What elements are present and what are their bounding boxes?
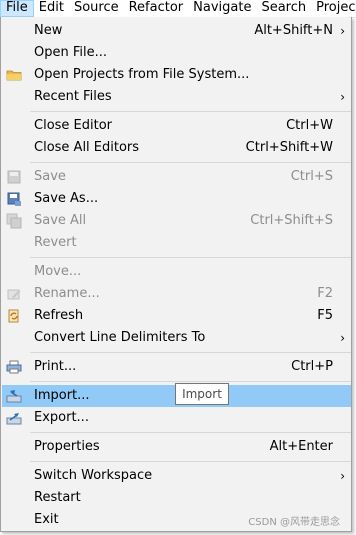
- save-all-icon: [6, 213, 22, 229]
- menu-item-switch-workspace[interactable]: Switch Workspace ›: [2, 465, 351, 487]
- menubar-refactor[interactable]: Refactor: [124, 0, 189, 17]
- menu-item-accelerator: Ctrl+W: [286, 118, 333, 133]
- menu-item-accelerator: F5: [317, 308, 333, 323]
- menu-separator: [30, 352, 351, 353]
- menu-item-label: New: [34, 23, 63, 38]
- menu-item-label: Close All Editors: [34, 140, 140, 155]
- menu-separator: [30, 432, 351, 433]
- menu-item-label: Move...: [34, 264, 82, 279]
- menu-item-accelerator: Ctrl+S: [290, 169, 333, 184]
- menu-item-label: Save: [34, 169, 66, 184]
- menu-separator: [30, 461, 351, 462]
- menu-item-label: Revert: [34, 235, 77, 250]
- menu-item-open-file[interactable]: Open File...: [2, 42, 351, 64]
- menu-item-print[interactable]: Print... Ctrl+P: [2, 356, 351, 378]
- submenu-arrow-icon: ›: [340, 24, 345, 38]
- submenu-arrow-icon: ›: [340, 90, 345, 104]
- menu-item-new[interactable]: New Alt+Shift+N ›: [2, 20, 351, 42]
- submenu-arrow-icon: ›: [340, 331, 345, 345]
- menu-separator: [30, 257, 351, 258]
- menu-item-label: Rename...: [34, 286, 100, 301]
- menubar-file[interactable]: File: [0, 0, 34, 17]
- save-as-icon: [7, 192, 21, 206]
- menu-item-accelerator: Ctrl+Shift+S: [250, 213, 333, 228]
- menu-item-accelerator: Alt+Enter: [269, 439, 333, 454]
- menu-item-label: Recent Files: [34, 89, 112, 104]
- menu-item-rename[interactable]: Rename... F2: [2, 283, 351, 305]
- menu-item-accelerator: F2: [317, 286, 333, 301]
- menu-item-open-projects[interactable]: Open Projects from File System...: [2, 64, 351, 86]
- menu-separator: [30, 381, 351, 382]
- menu-item-move[interactable]: Move...: [2, 261, 351, 283]
- menu-item-accelerator: Alt+Shift+N: [254, 23, 333, 38]
- menubar-source[interactable]: Source: [69, 0, 124, 17]
- menu-separator: [30, 111, 351, 112]
- menu-item-properties[interactable]: Properties Alt+Enter: [2, 436, 351, 458]
- menu-item-label: Export...: [34, 410, 89, 425]
- menu-item-accelerator: Ctrl+P: [291, 359, 333, 374]
- menu-item-save[interactable]: Save Ctrl+S: [2, 166, 351, 188]
- menu-item-close-all-editors[interactable]: Close All Editors Ctrl+Shift+W: [2, 137, 351, 159]
- refresh-icon: [8, 309, 19, 323]
- menu-item-label: Switch Workspace: [34, 468, 153, 483]
- menu-item-export[interactable]: Export...: [2, 407, 351, 429]
- folder-icon: [6, 70, 22, 81]
- menu-item-save-all[interactable]: Save All Ctrl+Shift+S: [2, 210, 351, 232]
- menu-item-label: Exit: [34, 512, 59, 527]
- file-menu-dropdown: New Alt+Shift+N › Open File... Open Proj…: [0, 17, 352, 532]
- menu-item-label: Open File...: [34, 45, 108, 60]
- menu-item-label: Print...: [34, 359, 77, 374]
- import-icon: [6, 390, 22, 403]
- menubar-navigate[interactable]: Navigate: [188, 0, 256, 17]
- watermark-text: CSDN @风带走思念: [248, 517, 340, 528]
- menu-item-label: Open Projects from File System...: [34, 67, 250, 82]
- rename-icon: [7, 289, 21, 300]
- menu-item-label: Refresh: [34, 308, 84, 323]
- menu-item-close-editor[interactable]: Close Editor Ctrl+W: [2, 115, 351, 137]
- submenu-arrow-icon: ›: [340, 469, 345, 483]
- menu-item-label: Convert Line Delimiters To: [34, 330, 206, 345]
- menu-item-save-as[interactable]: Save As...: [2, 188, 351, 210]
- export-icon: [6, 413, 22, 425]
- print-icon: [6, 360, 22, 374]
- menu-bar: File Edit Source Refactor Navigate Searc…: [0, 0, 356, 18]
- menu-item-label: Restart: [34, 490, 81, 505]
- save-icon: [7, 170, 21, 184]
- menu-item-accelerator: Ctrl+Shift+W: [245, 140, 333, 155]
- menu-item-label: Save All: [34, 213, 87, 228]
- menubar-search[interactable]: Search: [256, 0, 311, 17]
- menu-item-convert-line-delimiters[interactable]: Convert Line Delimiters To ›: [2, 327, 351, 349]
- menu-separator: [30, 162, 351, 163]
- menubar-edit[interactable]: Edit: [34, 0, 69, 17]
- menu-item-recent-files[interactable]: Recent Files ›: [2, 86, 351, 108]
- import-tooltip: Import: [175, 383, 229, 405]
- menu-item-restart[interactable]: Restart: [2, 487, 351, 509]
- menu-item-label: Save As...: [34, 191, 99, 206]
- menubar-project[interactable]: Project: [311, 0, 356, 17]
- menu-item-label: Import...: [34, 388, 90, 403]
- menu-item-label: Close Editor: [34, 118, 113, 133]
- menu-item-revert[interactable]: Revert: [2, 232, 351, 254]
- menu-item-refresh[interactable]: Refresh F5: [2, 305, 351, 327]
- menu-item-label: Properties: [34, 439, 100, 454]
